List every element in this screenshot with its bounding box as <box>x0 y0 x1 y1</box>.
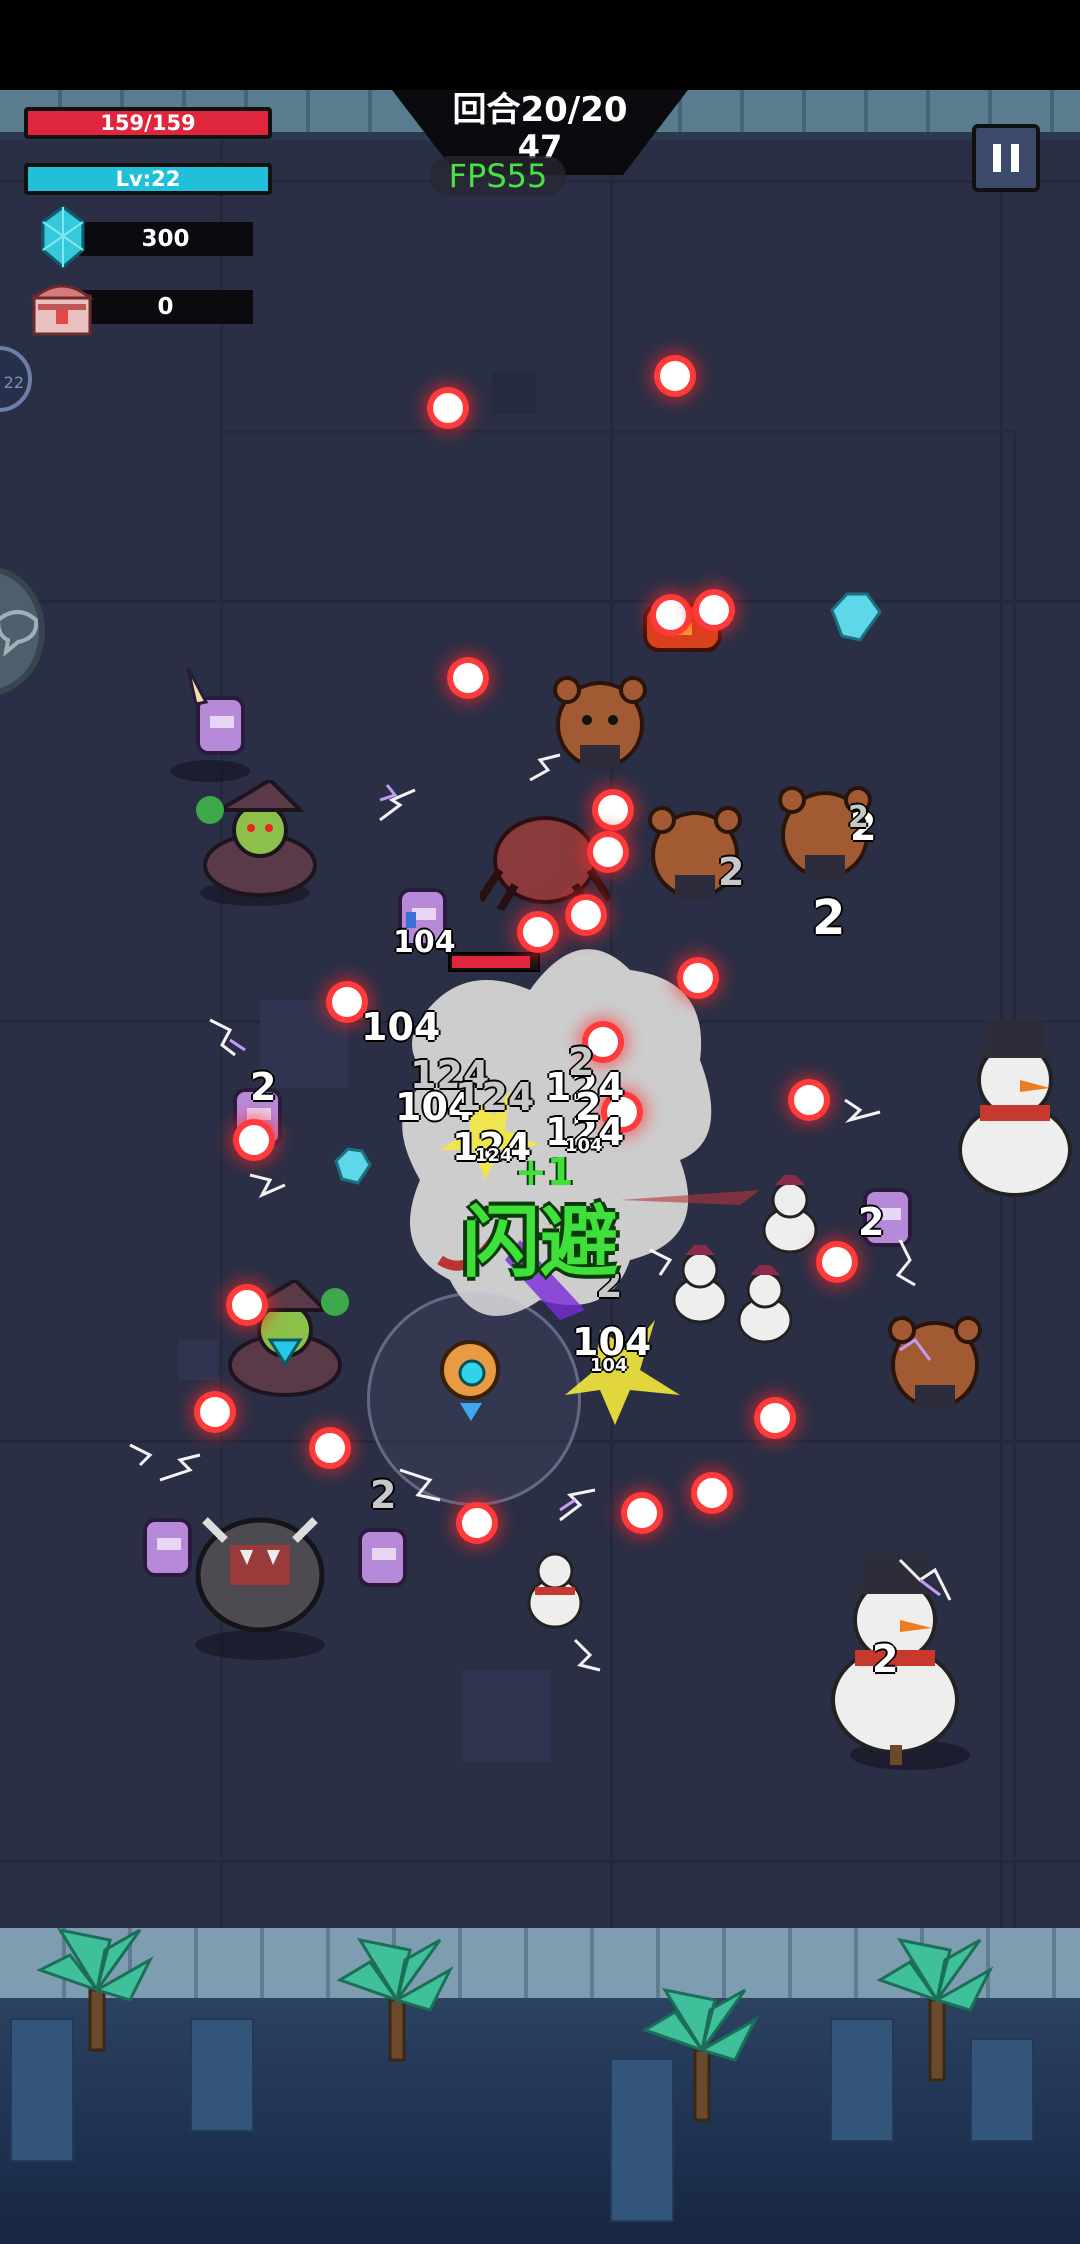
damage-number: 2 <box>370 1473 397 1517</box>
red-energy-orb <box>462 1508 492 1538</box>
red-energy-orb <box>453 663 483 693</box>
enemy-health-fill <box>452 956 530 968</box>
chest-counter: 0 <box>78 290 253 324</box>
damage-number: 2 <box>858 1200 885 1244</box>
round-counter: 回合20/20 <box>452 90 628 130</box>
palm-tree-icon <box>36 1927 154 2052</box>
damage-number: 2 <box>848 800 869 835</box>
damage-number: 2 <box>575 1085 602 1129</box>
red-energy-orb <box>232 1290 262 1320</box>
palm-trees <box>36 1927 994 2122</box>
red-energy-orb <box>200 1397 230 1427</box>
red-energy-orb <box>822 1247 852 1277</box>
red-energy-orb <box>627 1498 657 1528</box>
pause-button[interactable] <box>972 124 1040 192</box>
red-energy-orb <box>699 595 729 625</box>
red-energy-orb <box>697 1478 727 1508</box>
red-energy-orb <box>656 600 686 630</box>
damage-number-small: 104 <box>590 1355 628 1376</box>
red-energy-orb <box>571 900 601 930</box>
damage-number: 124 <box>455 1075 535 1119</box>
damage-number: 2 <box>250 1065 277 1109</box>
damage-number: 104 <box>393 925 456 960</box>
red-energy-orb <box>794 1085 824 1115</box>
gem-counter: 300 <box>78 222 253 256</box>
chat-bubble-icon <box>0 610 38 656</box>
damage-number-small: 124 <box>475 1145 513 1166</box>
dodge-popup: 闪避 <box>462 1198 619 1288</box>
red-energy-orb <box>598 795 628 825</box>
damage-number: 2 <box>872 1637 899 1681</box>
damage-number: 2 <box>568 1040 595 1084</box>
red-energy-orb <box>760 1403 790 1433</box>
enemy-health-bar <box>448 952 540 972</box>
red-energy-orb <box>593 837 623 867</box>
treasure-chest-icon <box>30 284 94 336</box>
red-energy-orb <box>660 361 690 391</box>
lightning-effects <box>129 753 952 1672</box>
red-energy-orb <box>332 987 362 1017</box>
game-stage[interactable]: 104 104 124 104 124 124 124 124 124 104 … <box>0 0 1080 2244</box>
damage-number: 104 <box>361 1005 441 1049</box>
damage-number: 2 <box>812 890 846 946</box>
red-energy-orb <box>433 393 463 423</box>
hp-value: 159/159 <box>100 111 196 135</box>
red-energy-orb <box>683 963 713 993</box>
damage-number: 2 <box>718 850 745 894</box>
level-value: Lv:22 <box>115 167 181 191</box>
hp-bar: 159/159 <box>24 107 272 139</box>
red-energy-orb <box>315 1433 345 1463</box>
red-energy-orb <box>523 917 553 947</box>
cyan-crystal-icon <box>41 205 85 269</box>
fps-counter: FPS55 <box>430 156 566 196</box>
red-energy-orb <box>239 1125 269 1155</box>
level-bar: Lv:22 <box>24 163 272 195</box>
